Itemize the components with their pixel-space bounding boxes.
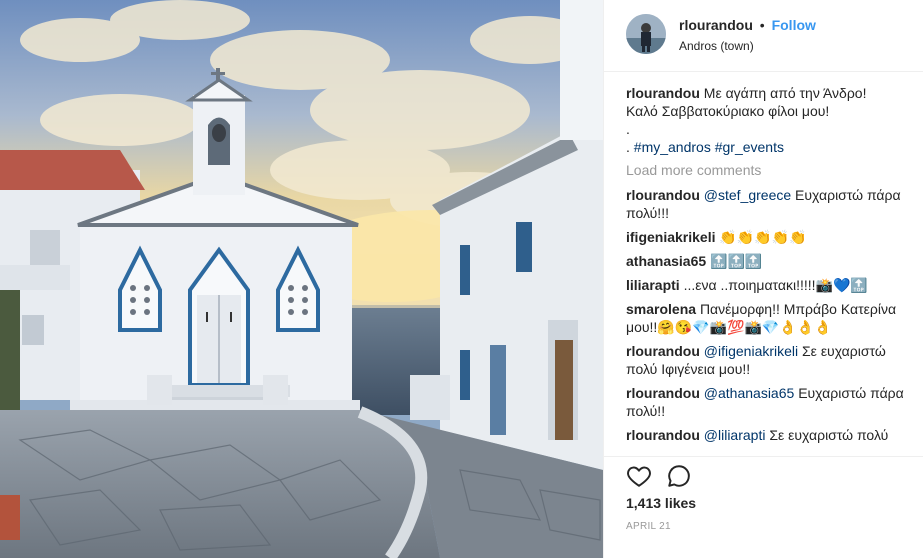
heart-icon[interactable] <box>626 463 652 489</box>
separator-dot: • <box>759 17 765 33</box>
caption-line-1: Με αγάπη από την Άνδρο! <box>703 85 867 101</box>
comment-mention[interactable]: @liliarapti <box>704 427 766 443</box>
comment-text: 👏👏👏👏👏 <box>719 229 807 245</box>
caption-username[interactable]: rlourandou <box>626 85 700 101</box>
comment-text: ...ενα ..ποιηματακι!!!!!📸💙🔝 <box>683 277 868 293</box>
comment-text: Σε ευχαριστώ πολύ <box>769 427 889 443</box>
caption-line-4-prefix: . <box>626 139 630 155</box>
avatar[interactable] <box>626 14 666 54</box>
comment-text: 🔝🔝🔝 <box>710 253 763 269</box>
location-link[interactable]: Andros (town) <box>679 38 816 54</box>
comment-username[interactable]: ifigeniakrikeli <box>626 229 715 245</box>
comment-item: athanasia65 🔝🔝🔝 <box>626 252 906 270</box>
likes-count[interactable]: 1,413 likes <box>626 495 696 511</box>
post-header: rlourandou • Follow Andros (town) <box>604 0 923 72</box>
comments-list[interactable]: rlourandou Με αγάπη από την Άνδρο! Καλό … <box>626 84 906 456</box>
comment-item: rlourandou @athanasia65 Ευχαριστώ πάρα π… <box>626 384 906 420</box>
comment-username[interactable]: liliarapti <box>626 277 680 293</box>
author-username[interactable]: rlourandou <box>679 17 753 33</box>
caption: rlourandou Με αγάπη από την Άνδρο! Καλό … <box>626 84 906 156</box>
comment-item: rlourandou @stef_greece Ευχαριστώ πάρα π… <box>626 186 906 222</box>
comment-username[interactable]: rlourandou <box>626 187 700 203</box>
post-photo-scene <box>0 0 603 558</box>
comment-item: rlourandou @liliarapti Σε ευχαριστώ πολύ <box>626 426 906 444</box>
load-more-comments-button[interactable]: Load more comments <box>626 161 906 179</box>
avatar-image <box>626 14 666 54</box>
post-sidebar: rlourandou • Follow Andros (town) rloura… <box>603 0 923 558</box>
post-date[interactable]: APRIL 21 <box>626 521 671 532</box>
comment-item: ifigeniakrikeli 👏👏👏👏👏 <box>626 228 906 246</box>
comment-username[interactable]: rlourandou <box>626 343 700 359</box>
caption-line-2: Καλό Σαββατοκύριακο φίλοι μου! <box>626 103 830 119</box>
comment-mention[interactable]: @stef_greece <box>704 187 791 203</box>
comment-username[interactable]: athanasia65 <box>626 253 706 269</box>
comment-username[interactable]: rlourandou <box>626 427 700 443</box>
comment-item: smarolena Πανέμορφη!! Μπράβο Κατερίνα μο… <box>626 300 906 336</box>
comment-mention[interactable]: @ifigeniakrikeli <box>704 343 798 359</box>
caption-line-3: . <box>626 121 630 137</box>
comment-item: rlourandou @ifigeniakrikeli Σε ευχαριστώ… <box>626 342 906 378</box>
comment-item: liliarapti ...ενα ..ποιηματακι!!!!!📸💙🔝 <box>626 276 906 294</box>
comment-mention[interactable]: @athanasia65 <box>704 385 795 401</box>
follow-button[interactable]: Follow <box>772 17 816 33</box>
post-actions: 1,413 likes APRIL 21 <box>604 456 923 558</box>
comment-username[interactable]: smarolena <box>626 301 696 317</box>
comment-username[interactable]: rlourandou <box>626 385 700 401</box>
post-photo[interactable] <box>0 0 603 558</box>
hashtag-link[interactable]: #my_andros <box>634 139 711 155</box>
speech-bubble-icon[interactable] <box>666 463 692 489</box>
hashtag-link[interactable]: #gr_events <box>715 139 784 155</box>
